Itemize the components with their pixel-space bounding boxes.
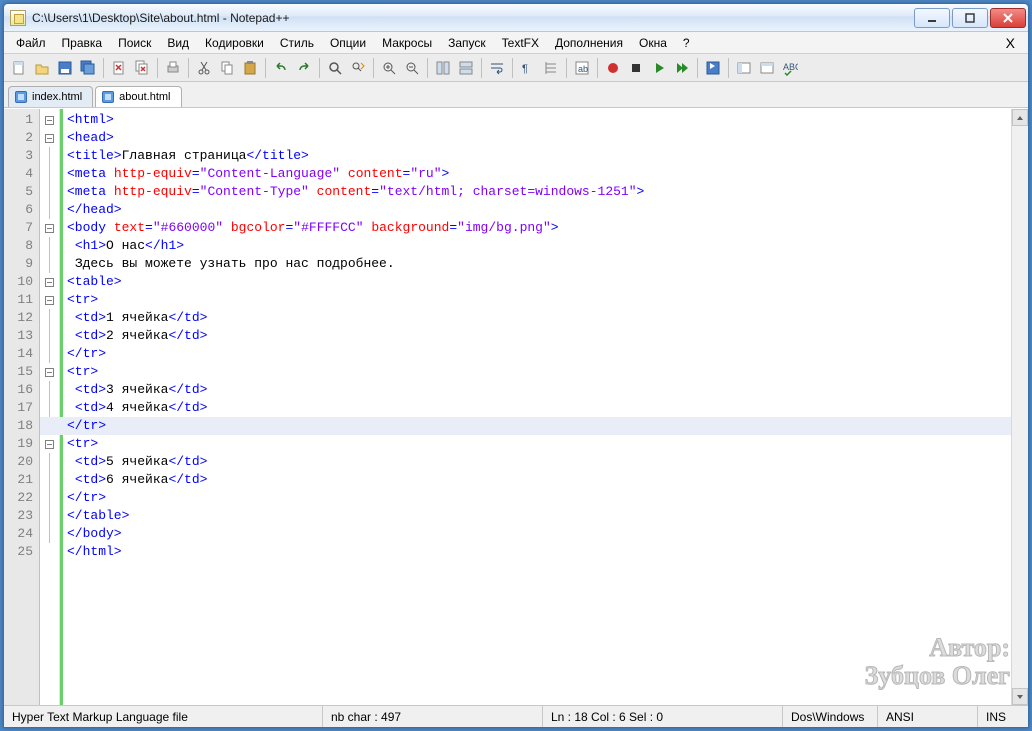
editor: 1234567891011121314151617181920212223242… xyxy=(4,108,1028,705)
toolbar-separator xyxy=(728,58,729,78)
toggle-1-button[interactable] xyxy=(733,57,755,79)
menu-textfx[interactable]: TextFX xyxy=(494,33,547,53)
fold-toggle-icon[interactable] xyxy=(45,296,54,305)
menu-окна[interactable]: Окна xyxy=(631,33,675,53)
minimize-button[interactable] xyxy=(914,8,950,28)
menu-правка[interactable]: Правка xyxy=(54,33,111,53)
tab-index-html[interactable]: index.html xyxy=(8,86,93,107)
copy-button[interactable] xyxy=(216,57,238,79)
window-title: C:\Users\1\Desktop\Site\about.html - Not… xyxy=(32,11,914,25)
tab-label: index.html xyxy=(32,91,82,103)
print-button[interactable] xyxy=(162,57,184,79)
toolbar-separator xyxy=(597,58,598,78)
app-icon xyxy=(10,10,26,26)
new-file-button[interactable] xyxy=(8,57,30,79)
tab-label: about.html xyxy=(119,91,170,103)
wrap-button[interactable] xyxy=(486,57,508,79)
play-multi-button[interactable] xyxy=(671,57,693,79)
menu-вид[interactable]: Вид xyxy=(159,33,197,53)
replace-button[interactable] xyxy=(347,57,369,79)
statusbar: Hyper Text Markup Language file nb char … xyxy=(4,705,1028,727)
scroll-up-icon[interactable] xyxy=(1012,109,1028,126)
tab-about-html[interactable]: about.html xyxy=(95,86,181,107)
app-window: C:\Users\1\Desktop\Site\about.html - Not… xyxy=(3,3,1029,728)
toolbar-separator xyxy=(265,58,266,78)
toolbar: ¶ ab ABC xyxy=(4,54,1028,82)
fold-toggle-icon[interactable] xyxy=(45,134,54,143)
record-button[interactable] xyxy=(602,57,624,79)
status-eol: Dos\Windows xyxy=(783,706,878,727)
maximize-button[interactable] xyxy=(952,8,988,28)
redo-button[interactable] xyxy=(293,57,315,79)
save-all-button[interactable] xyxy=(77,57,99,79)
close-button[interactable] xyxy=(990,8,1026,28)
vertical-scrollbar[interactable] xyxy=(1011,109,1028,705)
sync-h-button[interactable] xyxy=(455,57,477,79)
status-cursor-position: Ln : 18 Col : 6 Sel : 0 xyxy=(543,706,783,727)
stop-button[interactable] xyxy=(625,57,647,79)
menu-поиск[interactable]: Поиск xyxy=(110,33,159,53)
fold-toggle-icon[interactable] xyxy=(45,440,54,449)
toolbar-separator xyxy=(373,58,374,78)
show-all-button[interactable]: ¶ xyxy=(517,57,539,79)
file-icon xyxy=(15,91,27,103)
menu-close-doc[interactable]: X xyxy=(997,32,1024,54)
toolbar-separator xyxy=(512,58,513,78)
open-file-button[interactable] xyxy=(31,57,53,79)
fold-column[interactable] xyxy=(40,109,60,705)
toolbar-separator xyxy=(103,58,104,78)
play-button[interactable] xyxy=(648,57,670,79)
zoom-in-button[interactable] xyxy=(378,57,400,79)
status-filetype: Hyper Text Markup Language file xyxy=(4,706,323,727)
paste-button[interactable] xyxy=(239,57,261,79)
fold-toggle-icon[interactable] xyxy=(45,278,54,287)
menu-дополнения[interactable]: Дополнения xyxy=(547,33,631,53)
titlebar[interactable]: C:\Users\1\Desktop\Site\about.html - Not… xyxy=(4,4,1028,32)
lang-button[interactable]: ab xyxy=(571,57,593,79)
menubar: ФайлПравкаПоискВидКодировкиСтильОпцииМак… xyxy=(4,32,1028,54)
tabbar: index.html about.html xyxy=(4,82,1028,108)
fold-toggle-icon[interactable] xyxy=(45,224,54,233)
menu-макросы[interactable]: Макросы xyxy=(374,33,440,53)
fold-toggle-icon[interactable] xyxy=(45,368,54,377)
menu-файл[interactable]: Файл xyxy=(8,33,54,53)
status-charcount: nb char : 497 xyxy=(323,706,543,727)
sync-v-button[interactable] xyxy=(432,57,454,79)
menu-опции[interactable]: Опции xyxy=(322,33,374,53)
undo-button[interactable] xyxy=(270,57,292,79)
menu-запуск[interactable]: Запуск xyxy=(440,33,494,53)
scroll-down-icon[interactable] xyxy=(1012,688,1028,705)
fold-toggle-icon[interactable] xyxy=(45,116,54,125)
menu-?[interactable]: ? xyxy=(675,33,698,53)
toolbar-separator xyxy=(319,58,320,78)
line-number-gutter[interactable]: 1234567891011121314151617181920212223242… xyxy=(4,109,40,705)
find-button[interactable] xyxy=(324,57,346,79)
zoom-out-button[interactable] xyxy=(401,57,423,79)
status-encoding: ANSI xyxy=(878,706,978,727)
spellcheck-button[interactable]: ABC xyxy=(779,57,801,79)
toolbar-separator xyxy=(481,58,482,78)
close-button[interactable] xyxy=(108,57,130,79)
save-macro-button[interactable] xyxy=(702,57,724,79)
svg-text:ab: ab xyxy=(578,64,588,74)
cut-button[interactable] xyxy=(193,57,215,79)
toolbar-separator xyxy=(697,58,698,78)
file-icon xyxy=(102,91,114,103)
toggle-2-button[interactable] xyxy=(756,57,778,79)
svg-text:¶: ¶ xyxy=(522,63,528,75)
menu-стиль[interactable]: Стиль xyxy=(272,33,322,53)
code-area[interactable]: <html><head><title>Главная страница</tit… xyxy=(63,109,1011,705)
toolbar-separator xyxy=(566,58,567,78)
toolbar-separator xyxy=(157,58,158,78)
toolbar-separator xyxy=(427,58,428,78)
toolbar-separator xyxy=(188,58,189,78)
indent-guide-button[interactable] xyxy=(540,57,562,79)
save-button[interactable] xyxy=(54,57,76,79)
menu-кодировки[interactable]: Кодировки xyxy=(197,33,272,53)
status-insert-mode: INS xyxy=(978,706,1028,727)
close-all-button[interactable] xyxy=(131,57,153,79)
